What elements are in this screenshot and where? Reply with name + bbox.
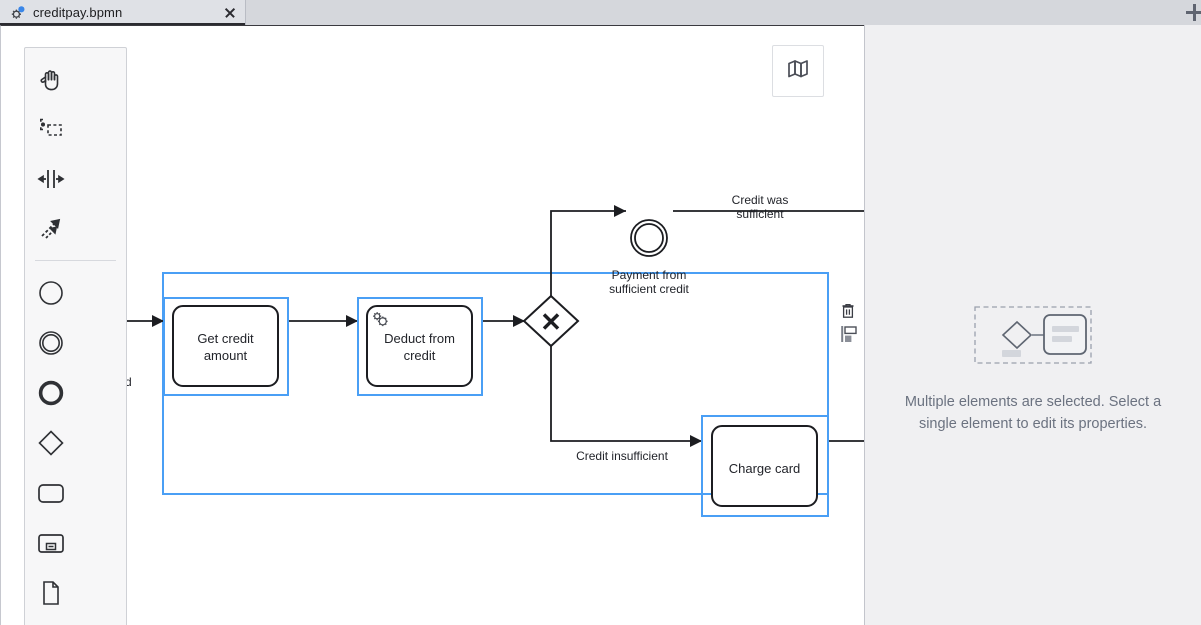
edge-label-credit-was-sufficient-line2: sufficient — [736, 207, 784, 221]
task-label-charge-card: Charge card — [729, 461, 801, 476]
palette-separator — [35, 260, 116, 261]
create-gateway-icon[interactable] — [25, 418, 76, 468]
create-data-store-icon[interactable] — [25, 618, 76, 625]
bpmn-canvas[interactable]: Get credit amount Deduct from credit ✕ P… — [0, 25, 864, 625]
task-label-get-credit-amount-line1: Get credit — [197, 331, 254, 346]
create-start-event-icon[interactable] — [25, 268, 76, 318]
global-connect-tool-icon[interactable] — [25, 204, 76, 254]
event-label-payment-line1: Payment from — [612, 268, 687, 282]
palette-tools-group — [25, 54, 126, 254]
create-end-event-icon[interactable] — [25, 368, 76, 418]
align-elements-icon[interactable] — [837, 322, 859, 346]
edge-label-credit-was-sufficient-line1: Credit was — [732, 193, 789, 207]
bpmn-diagram: Get credit amount Deduct from credit ✕ P… — [106, 193, 864, 517]
tab-title: creditpay.bpmn — [33, 5, 123, 20]
tab-bar-spacer — [246, 0, 1177, 25]
context-pad[interactable] — [837, 298, 859, 346]
lasso-tool-icon[interactable] — [25, 104, 76, 154]
event-label-payment-line2: sufficient credit — [609, 282, 689, 296]
edge-label-credit-insufficient: Credit insufficient — [576, 449, 668, 463]
task-get-credit-amount[interactable] — [172, 305, 279, 387]
tab-creditpay-bpmn[interactable]: creditpay.bpmn — [0, 0, 246, 26]
task-label-deduct-from-credit-line2: credit — [404, 348, 436, 363]
bpmn-modeler-window: creditpay.bpmn Get credit amount Deduct … — [0, 0, 1201, 625]
palette-elements-group — [25, 268, 126, 625]
properties-panel-message: Multiple elements are selected. Select a… — [904, 394, 1162, 433]
space-tool-icon[interactable] — [25, 154, 76, 204]
properties-panel: Multiple elements are selected. Select a… — [864, 25, 1201, 625]
bpmn-file-icon — [10, 5, 26, 21]
task-label-get-credit-amount-line2: amount — [204, 348, 248, 363]
create-task-icon[interactable] — [25, 468, 76, 518]
minimap-toggle-button[interactable] — [772, 45, 824, 97]
gateway-exclusive-x-icon: ✕ — [540, 307, 562, 337]
tab-bar: creditpay.bpmn — [0, 0, 1201, 26]
close-icon[interactable] — [223, 6, 237, 20]
task-label-deduct-from-credit-line1: Deduct from — [384, 331, 455, 346]
map-icon — [786, 57, 810, 86]
properties-panel-empty-state: Multiple elements are selected. Select a… — [865, 25, 1201, 436]
trash-icon[interactable] — [837, 298, 859, 322]
edge-gateway-to-charge-card[interactable] — [550, 346, 702, 447]
multiple-elements-icon — [974, 306, 1092, 369]
new-tab-button[interactable] — [1177, 0, 1201, 25]
intermediate-event-payment-inner — [634, 223, 664, 253]
create-subprocess-expanded-icon[interactable] — [25, 518, 76, 568]
create-intermediate-event-icon[interactable] — [25, 318, 76, 368]
create-data-object-icon[interactable] — [25, 568, 76, 618]
hand-tool-icon[interactable] — [25, 54, 76, 104]
bpmn-palette[interactable] — [24, 47, 127, 625]
main-area: Get credit amount Deduct from credit ✕ P… — [0, 25, 1201, 625]
